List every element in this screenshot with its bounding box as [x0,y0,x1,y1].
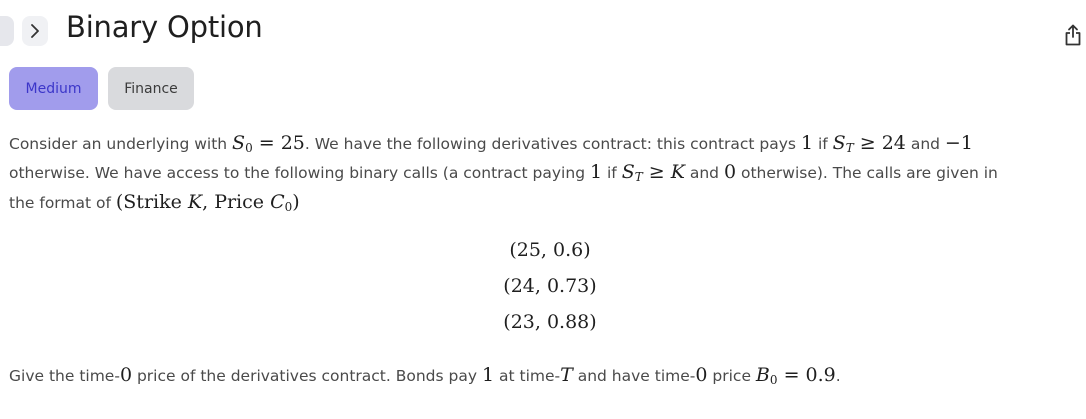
math-num: 0 [119,364,133,386]
math-st: ST [621,161,643,184]
strike-price-pair: (24, 0.73) [503,275,597,297]
math-sub: 0 [245,141,253,155]
math-s0: S0 [232,132,253,155]
tag-medium[interactable]: Medium [9,67,98,110]
tag-finance[interactable]: Finance [108,67,194,110]
page-title: Binary Option [66,10,263,44]
problem-line-2: otherwise. We have access to the followi… [9,158,1079,192]
math-sub: T [845,141,854,155]
text: at time- [494,367,561,385]
text: . We have the following derivatives cont… [304,135,801,153]
text: . [835,367,841,385]
math-c0: C0 [270,191,292,214]
text: the format of [9,194,116,212]
math-num: 0 [723,161,737,183]
text: Consider an underlying with [9,135,233,153]
share-icon [1065,24,1081,46]
math-text: , Price [202,191,271,213]
text: Give the time- [9,367,120,385]
share-button[interactable] [1062,23,1084,47]
text: otherwise. We have access to the followi… [9,164,590,182]
math-sub: 0 [769,373,778,387]
text: price [707,367,756,385]
math-st: ST [832,132,854,155]
math-var: S [232,132,246,154]
math-var: S [832,132,846,154]
math-var: S [621,161,635,183]
expand-button[interactable] [22,16,48,46]
text: and have time- [572,367,696,385]
text: if [602,164,622,182]
text: if [813,135,833,153]
math-num: 1 [589,161,603,183]
text: and [684,164,724,182]
text: price of the derivatives contract. Bonds… [132,367,482,385]
math-var: B [755,364,770,386]
math-eq: = 0.9 [777,364,836,386]
math-text: (Strike [115,191,188,213]
problem-question: Give the time-0 price of the derivatives… [9,361,1079,395]
math-num: −1 [944,132,973,154]
chevron-right-icon [31,24,39,38]
strike-price-list: (25, 0.6) (24, 0.73) (23, 0.88) [0,232,1086,340]
math-num: 1 [481,364,495,386]
text: otherwise). The calls are given in [736,164,998,182]
math-var: K [187,191,203,213]
math-ineq: ≥ 24 [853,132,906,154]
math-num: 0 [695,364,708,386]
problem-line-3: the format of (Strike K, Price C0) [9,188,1079,222]
math-b0: B0 [755,364,778,387]
text: and [905,135,945,153]
math-eq: = 25 [252,132,305,154]
math-op: ≥ [642,161,671,183]
strike-price-pair: (25, 0.6) [509,239,591,261]
math-sub: T [634,170,643,184]
strike-price-pair: (23, 0.88) [503,311,597,333]
math-var: K [670,161,685,183]
back-button[interactable] [0,16,14,46]
math-var: T [560,364,573,386]
math-var: C [270,191,285,213]
math-text: ) [292,191,300,213]
math-num: 1 [800,132,814,154]
